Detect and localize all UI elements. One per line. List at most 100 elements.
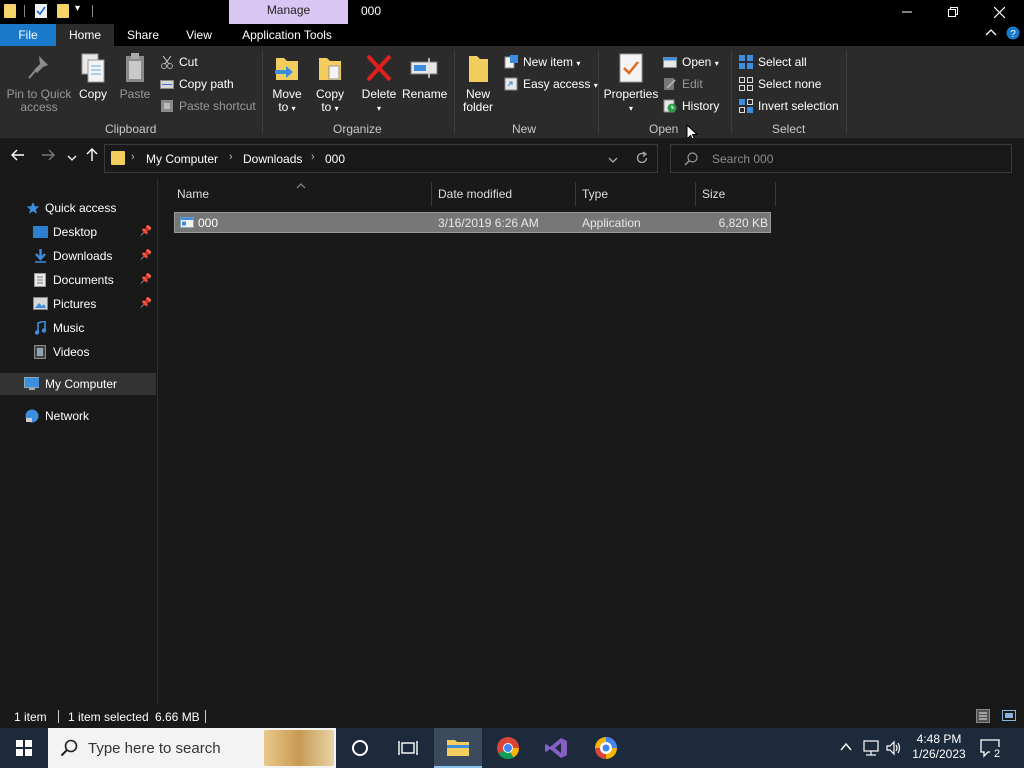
edit-button[interactable]: Edit (663, 74, 703, 94)
minimize-button[interactable] (884, 0, 930, 24)
network-status-button[interactable] (862, 740, 880, 759)
tab-view[interactable]: View (176, 24, 222, 46)
breadcrumb-separator[interactable]: › (131, 151, 135, 163)
breadcrumb-downloads[interactable]: Downloads (243, 152, 302, 166)
column-header-date-modified[interactable]: Date modified (438, 182, 568, 206)
nav-item-desktop[interactable]: Desktop 📌 (0, 221, 156, 243)
clock[interactable]: 4:48 PM 1/26/2023 (906, 732, 972, 762)
select-none-button[interactable]: Select none (739, 74, 821, 94)
pin-icon[interactable]: 📌 (140, 269, 152, 291)
restore-button[interactable] (930, 0, 976, 24)
task-view-button[interactable] (384, 728, 432, 768)
column-header-size[interactable]: Size (702, 182, 772, 206)
action-center-button[interactable]: 2 (980, 738, 1004, 761)
new-folder-button[interactable]: New folder (460, 52, 496, 114)
volume-button[interactable] (886, 740, 902, 759)
breadcrumb-separator[interactable]: › (311, 151, 315, 163)
column-divider[interactable] (775, 182, 776, 206)
forward-button[interactable] (41, 148, 55, 167)
search-input[interactable]: Search 000 (712, 152, 773, 166)
start-button[interactable] (0, 728, 48, 768)
manage-tab[interactable]: Manage (229, 0, 348, 24)
nav-item-quick-access[interactable]: Quick access (0, 197, 156, 219)
pin-to-quick-access-button[interactable]: Pin to Quick access (4, 52, 74, 114)
delete-button[interactable]: Delete ▾ (359, 52, 399, 115)
chevron-down-icon (67, 155, 77, 161)
edit-label: Edit (682, 77, 703, 91)
search-highlight-image[interactable] (264, 730, 334, 766)
taskbar-visual-studio[interactable] (532, 728, 580, 768)
column-header-name[interactable]: Name (177, 182, 427, 206)
move-to-folder-icon (272, 52, 302, 84)
column-divider[interactable] (431, 182, 432, 206)
help-icon[interactable]: ? (1006, 26, 1020, 43)
refresh-button[interactable] (635, 151, 649, 168)
copy-to-button[interactable]: Copy to ▾ (313, 52, 347, 115)
taskbar-search-box[interactable]: Type here to search (48, 728, 336, 768)
new-item-button[interactable]: New item ▾ (504, 52, 580, 72)
breadcrumb-separator[interactable]: › (229, 151, 233, 163)
properties-quick-icon[interactable] (35, 4, 47, 18)
tab-share[interactable]: Share (118, 24, 168, 46)
select-all-button[interactable]: Select all (739, 52, 807, 72)
up-button[interactable] (85, 148, 99, 167)
open-label: Open (682, 55, 712, 69)
pin-icon[interactable]: 📌 (140, 293, 152, 315)
pane-divider[interactable] (157, 178, 158, 704)
nav-item-downloads[interactable]: Downloads 📌 (0, 245, 156, 267)
copy-button[interactable]: Copy (76, 52, 110, 101)
cut-button[interactable]: Cut (160, 52, 198, 72)
breadcrumb-current[interactable]: 000 (325, 152, 345, 166)
taskbar-app[interactable] (582, 728, 630, 768)
tab-home[interactable]: Home (56, 24, 114, 46)
rename-button[interactable]: Rename (402, 52, 447, 101)
new-folder-quick-icon[interactable] (57, 4, 69, 18)
invert-selection-button[interactable]: Invert selection (739, 96, 839, 116)
paste-shortcut-button[interactable]: Paste shortcut (160, 96, 256, 116)
address-bar[interactable]: › My Computer › Downloads › 000 (104, 144, 658, 173)
group-divider (454, 50, 455, 134)
pin-icon[interactable]: 📌 (140, 245, 152, 267)
column-divider[interactable] (695, 182, 696, 206)
nav-item-my-computer[interactable]: My Computer (0, 373, 156, 395)
customize-quick-access-icon[interactable]: ▾ (75, 3, 80, 14)
select-all-label: Select all (758, 55, 807, 69)
taskbar-chrome[interactable] (484, 728, 532, 768)
paste-button[interactable]: Paste (118, 52, 152, 101)
properties-button[interactable]: Properties ▾ (603, 52, 659, 115)
nav-item-pictures[interactable]: Pictures 📌 (0, 293, 156, 315)
copy-path-button[interactable]: Copy path (160, 74, 234, 94)
colorful-app-icon (595, 737, 617, 759)
breadcrumb-my-computer[interactable]: My Computer (146, 152, 218, 166)
copy-icon (78, 52, 108, 84)
recent-locations-button[interactable] (67, 150, 77, 168)
nav-item-network[interactable]: Network (0, 405, 156, 427)
back-button[interactable] (11, 148, 25, 167)
history-button[interactable]: History (663, 96, 719, 116)
file-row[interactable]: 000 3/16/2019 6:26 AM Application 6,820 … (174, 212, 771, 233)
nav-item-videos[interactable]: Videos (0, 341, 156, 363)
open-button[interactable]: Open ▾ (663, 52, 719, 72)
taskbar-search-input[interactable]: Type here to search (88, 740, 221, 757)
column-divider[interactable] (575, 182, 576, 206)
details-view-button[interactable] (976, 709, 990, 723)
move-to-button[interactable]: Move to ▾ (270, 52, 304, 115)
cortana-button[interactable] (336, 728, 384, 768)
nav-item-music[interactable]: Music (0, 317, 156, 339)
minimize-ribbon-icon[interactable] (985, 27, 997, 42)
close-button[interactable] (976, 0, 1022, 24)
easy-access-button[interactable]: Easy access ▾ (504, 74, 598, 94)
nav-item-documents[interactable]: Documents 📌 (0, 269, 156, 291)
task-view-icon (398, 741, 418, 755)
pin-icon[interactable]: 📌 (140, 221, 152, 243)
close-icon (993, 6, 1005, 18)
selected-count: 1 item selected (68, 710, 149, 724)
address-history-dropdown[interactable] (608, 154, 618, 168)
tab-file[interactable]: File (0, 24, 56, 46)
search-box[interactable]: Search 000 (670, 144, 1012, 173)
tab-application-tools[interactable]: Application Tools (230, 24, 344, 46)
column-header-type[interactable]: Type (582, 182, 682, 206)
taskbar-file-explorer[interactable] (434, 728, 482, 768)
show-hidden-icons-button[interactable] (840, 741, 852, 755)
large-icons-view-button[interactable] (1001, 709, 1017, 723)
